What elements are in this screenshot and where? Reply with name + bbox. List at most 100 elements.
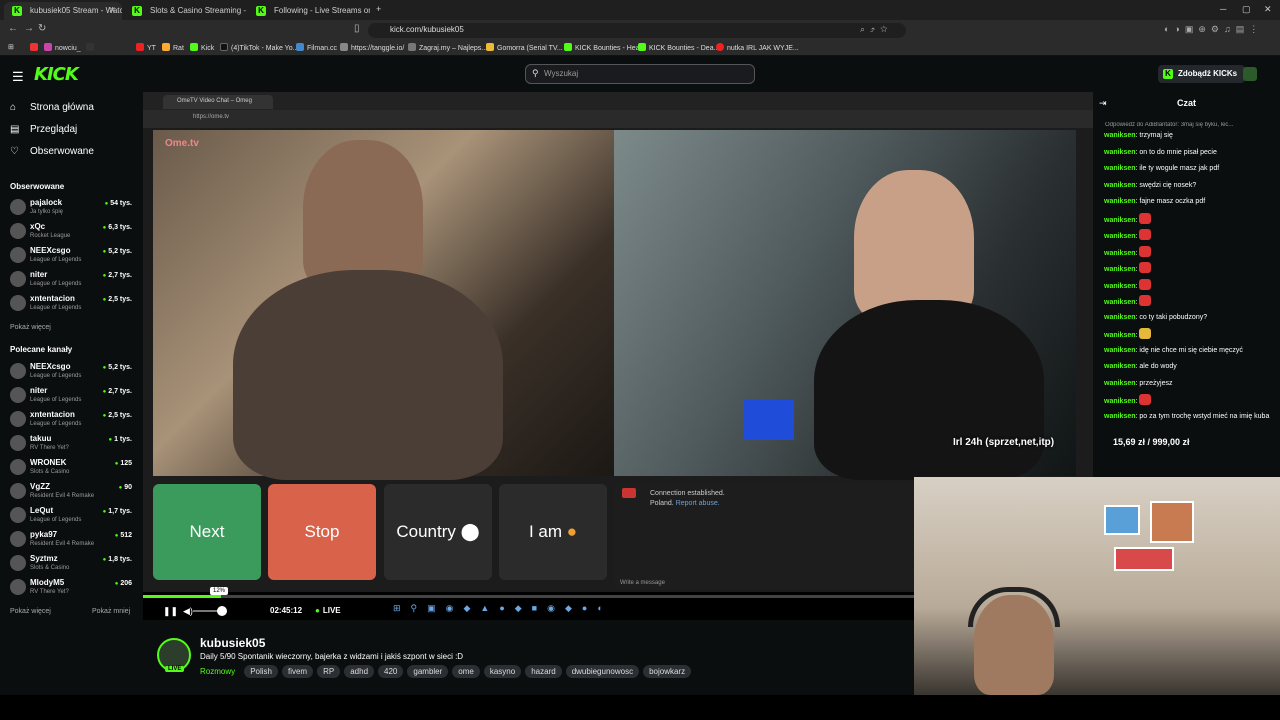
chat-username[interactable]: waniksen <box>1104 198 1136 205</box>
country-button[interactable]: Country ⬤ <box>384 484 492 580</box>
tag-chip[interactable]: dwubiegunowosc <box>565 665 640 678</box>
chat-username[interactable]: waniksen <box>1104 398 1136 405</box>
bookmark-item[interactable]: https://tanggle.io/ <box>340 43 404 52</box>
chat-username[interactable]: waniksen <box>1104 380 1136 387</box>
chat-username[interactable]: waniksen <box>1104 165 1136 172</box>
chat-username[interactable]: waniksen <box>1104 250 1136 257</box>
bookmark-item[interactable] <box>30 43 41 52</box>
tag-chip[interactable]: Polish <box>244 665 278 678</box>
chat-username[interactable]: waniksen <box>1104 217 1136 224</box>
tag-chip[interactable]: gambler <box>407 665 449 678</box>
channel-item[interactable]: NEEXcsgo League of Legends 5,2 tys. <box>10 360 136 384</box>
close-window-icon[interactable]: ✕ <box>1264 4 1272 15</box>
chat-username[interactable]: waniksen <box>1104 347 1136 354</box>
kick-logo[interactable]: KICK <box>34 64 79 85</box>
chat-username[interactable]: waniksen <box>1104 283 1136 290</box>
bookmark-item[interactable]: KICK Bounties - Dea... <box>638 43 719 52</box>
new-tab-icon[interactable]: + <box>376 4 381 14</box>
bookmark-item[interactable]: nowciu_ <box>44 43 81 52</box>
maximize-icon[interactable]: ▢ <box>1242 4 1251 15</box>
volume-knob[interactable] <box>217 606 227 616</box>
show-more-followed[interactable]: Pokaż więcej <box>10 324 51 331</box>
channel-item[interactable]: NEEXcsgo League of Legends 5,2 tys. <box>10 244 136 268</box>
apps-icon[interactable]: ⊞ <box>8 43 14 51</box>
channel-item[interactable]: Syztmz Slots & Casino 1,8 tys. <box>10 552 136 576</box>
bookmark-item[interactable]: Filman.cc <box>296 43 337 52</box>
get-kicks-button[interactable]: K Zdobądź KICKs <box>1158 65 1246 83</box>
write-message-input[interactable]: Write a message <box>620 580 665 586</box>
reload-icon[interactable]: ↻ <box>38 23 46 34</box>
tag-chip[interactable]: adhd <box>344 665 375 678</box>
bookmark-item[interactable]: Gomorra (Serial TV... <box>486 43 563 52</box>
forward-icon[interactable]: → <box>24 23 34 34</box>
channel-item[interactable]: MlodyM5 RV There Yet? 206 <box>10 576 136 600</box>
chat-username[interactable]: waniksen <box>1104 182 1136 189</box>
bookmark-item[interactable]: Kick <box>190 43 214 52</box>
bookmark-item[interactable]: nutka IRL JAK WYJE... <box>716 43 799 52</box>
back-icon[interactable]: ← <box>8 23 18 34</box>
stop-button[interactable]: Stop <box>268 484 376 580</box>
channel-item[interactable]: LeQut League of Legends 1,7 tys. <box>10 504 136 528</box>
chat-message: waniksen: ile ty wogule masz jak pdf <box>1104 165 1220 172</box>
bookmark-item[interactable]: Rat <box>162 43 184 52</box>
close-tab-icon[interactable]: ✕ <box>108 5 116 16</box>
tag-chip[interactable]: 420 <box>378 665 404 678</box>
channel-item[interactable]: xQc Rocket League 6,3 tys. <box>10 220 136 244</box>
browser-tab[interactable]: K Slots & Casino Streaming - Live Strea <box>124 2 246 20</box>
address-actions-icon[interactable]: ⌕⤴☆ <box>860 24 892 35</box>
chat-username[interactable]: waniksen <box>1104 266 1136 273</box>
channel-avatar <box>10 555 26 571</box>
tag-chip[interactable]: RP <box>317 665 341 678</box>
chat-username[interactable]: waniksen <box>1104 149 1136 156</box>
viewer-count: 54 tys. <box>105 200 132 207</box>
pause-icon[interactable]: ❚❚ <box>163 606 178 617</box>
channel-item[interactable]: xntentacion League of Legends 2,5 tys. <box>10 408 136 432</box>
chat-username[interactable]: waniksen <box>1104 363 1136 370</box>
category-link[interactable]: Rozmowy <box>200 667 235 676</box>
chat-username[interactable]: waniksen <box>1104 314 1136 321</box>
browser-tab[interactable]: K Following - Live Streams on Kick <box>248 2 370 20</box>
url-field[interactable]: kick.com/kubusiek05 <box>368 23 906 38</box>
bookmark-icon[interactable]: ▯ <box>354 23 360 34</box>
menu-icon[interactable]: ☰ <box>12 69 24 85</box>
search-input[interactable]: ⚲ Wyszukaj <box>525 64 755 84</box>
chat-username[interactable]: waniksen <box>1104 132 1136 139</box>
extensions-icon[interactable]: ◐◑▣⊕⚙♫▤⋮ <box>1164 24 1263 35</box>
channel-item[interactable]: VgZZ Resident Evil 4 Remake 90 <box>10 480 136 504</box>
bookmark-item[interactable] <box>86 43 97 52</box>
channel-item[interactable]: xntentacion League of Legends 2,5 tys. <box>10 292 136 316</box>
nav-home[interactable]: ⌂ Strona główna <box>10 102 94 113</box>
chat-username[interactable]: waniksen <box>1104 413 1136 420</box>
show-more-recommended[interactable]: Pokaż więcej <box>10 608 51 615</box>
tag-chip[interactable]: hazard <box>525 665 562 678</box>
channel-item[interactable]: pyka97 Resident Evil 4 Remake 512 <box>10 528 136 552</box>
bookmark-item[interactable]: KICK Bounties - Hea... <box>564 43 645 52</box>
user-avatar[interactable] <box>1243 67 1257 81</box>
report-abuse-link[interactable]: Report abuse. <box>676 500 720 507</box>
minimize-icon[interactable]: ─ <box>1220 4 1226 14</box>
bookmark-item[interactable]: YT <box>136 43 156 52</box>
nav-browse[interactable]: ▤ Przeglądaj <box>10 124 77 135</box>
channel-item[interactable]: niter League of Legends 2,7 tys. <box>10 268 136 292</box>
bookmark-item[interactable]: (4)TikTok - Make Yo... <box>220 43 298 52</box>
streamer-name[interactable]: kubusiek05 <box>200 636 265 650</box>
chat-username[interactable]: waniksen <box>1104 233 1136 240</box>
chat-username[interactable]: waniksen <box>1104 332 1136 339</box>
tag-chip[interactable]: fivem <box>281 665 314 678</box>
bookmark-item[interactable]: Zagraj.my – Najleps... <box>408 43 487 52</box>
nav-following[interactable]: ♡ Obserwowane <box>10 146 94 157</box>
iam-button[interactable]: I am ● <box>499 484 607 580</box>
volume-icon[interactable]: ◀) <box>183 606 193 617</box>
channel-item[interactable]: niter League of Legends 2,7 tys. <box>10 384 136 408</box>
tag-chip[interactable]: ome <box>452 665 480 678</box>
chat-username[interactable]: waniksen <box>1104 299 1136 306</box>
tag-chip[interactable]: kasyno <box>483 665 522 678</box>
channel-item[interactable]: takuu RV There Yet? 1 tys. <box>10 432 136 456</box>
channel-item[interactable]: pajalock Ja tylko śpię 54 tys. <box>10 196 136 220</box>
browser-tab-active[interactable]: K kubusiek05 Stream - Watch L ✕ <box>4 2 122 20</box>
collapse-chat-icon[interactable]: ⇥ <box>1099 98 1107 109</box>
show-less-recommended[interactable]: Pokaż mniej <box>92 608 130 615</box>
next-button[interactable]: Next <box>153 484 261 580</box>
channel-item[interactable]: WRONEK Slots & Casino 125 <box>10 456 136 480</box>
tag-chip[interactable]: bojowkarz <box>643 665 692 678</box>
